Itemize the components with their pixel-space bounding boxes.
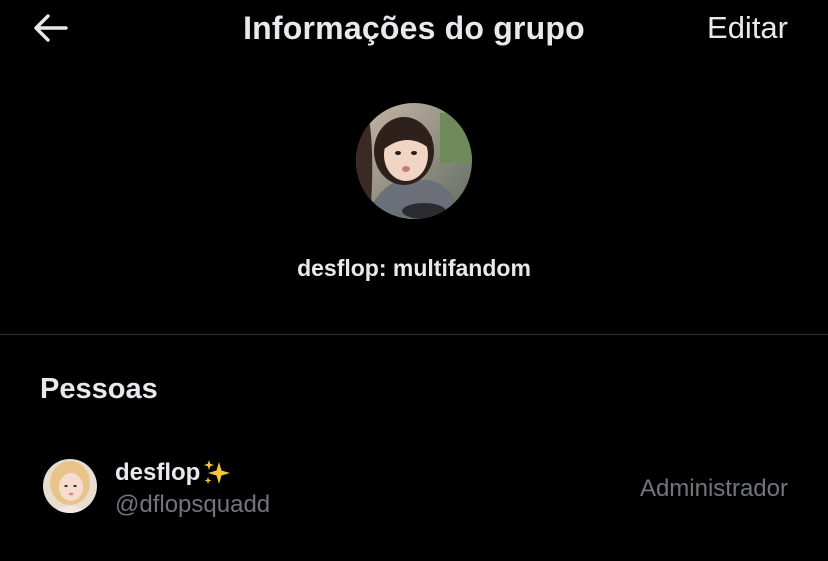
page-title: Informações do grupo xyxy=(243,10,585,46)
edit-button[interactable]: Editar xyxy=(707,10,788,46)
member-handle: @dflopsquadd xyxy=(115,491,271,518)
member-name: desflop xyxy=(115,458,232,488)
member-display-name: desflop xyxy=(115,459,201,486)
divider xyxy=(0,334,828,335)
member-row[interactable]: desflop @dflopsquadd Administrador xyxy=(0,440,828,540)
avatar[interactable] xyxy=(43,459,97,513)
group-name: desflop: multifandom xyxy=(297,255,531,281)
people-section-title: Pessoas xyxy=(40,373,158,405)
top-bar: Informações do grupo Editar xyxy=(0,0,828,56)
group-avatar[interactable] xyxy=(356,103,472,219)
member-role-badge: Administrador xyxy=(639,475,788,502)
sparkles-icon xyxy=(204,460,231,484)
